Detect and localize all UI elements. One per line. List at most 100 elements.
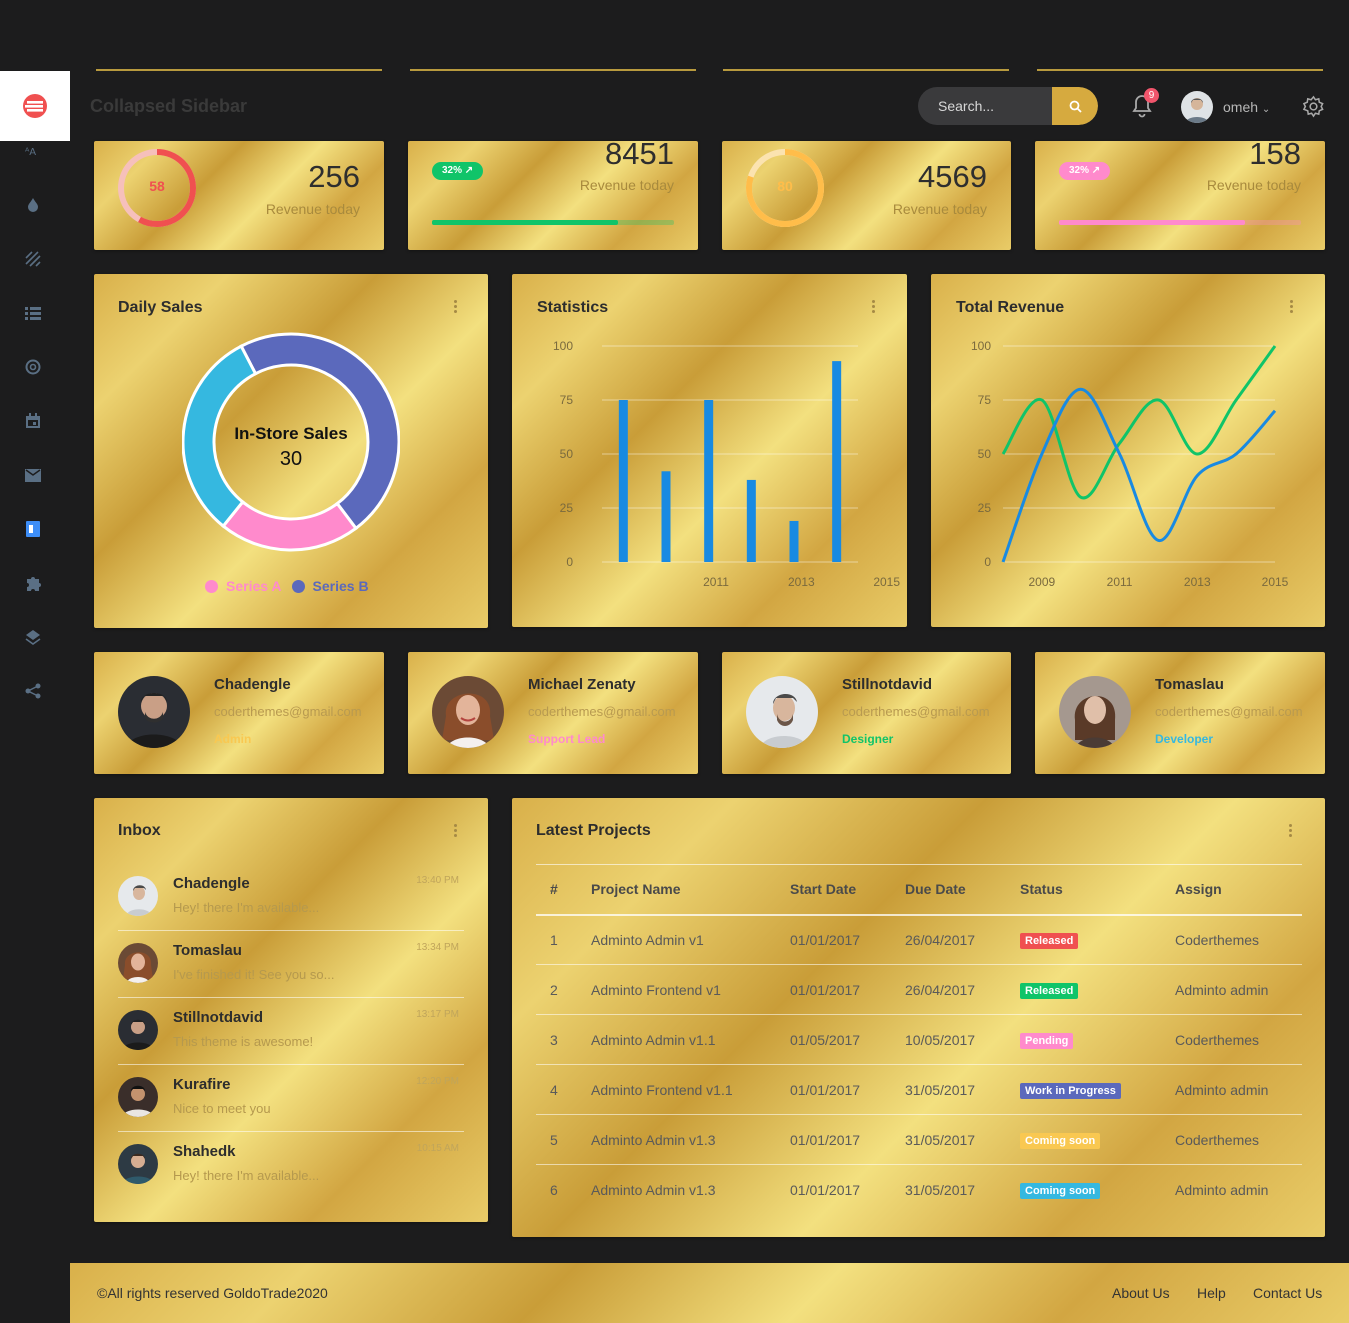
x-tick-label: 2013: [788, 575, 815, 589]
assignee-cell: Coderthemes: [1175, 914, 1302, 965]
y-tick-label: 100: [971, 339, 991, 353]
status-badge: Coming soon: [1020, 1132, 1101, 1149]
svg-text:ᴬA: ᴬA: [25, 147, 36, 158]
table-row[interactable]: 3 Adminto Admin v1.1 01/05/2017 10/05/2017 P…: [536, 1014, 1302, 1065]
due-date-cell: 26/04/2017: [905, 914, 1020, 965]
footer: ©All rights reserved GoldoTrade2020 Abou…: [70, 1263, 1349, 1323]
divider: [1037, 69, 1323, 71]
sender-name: Kurafire: [173, 1076, 231, 1093]
project-name-cell: Adminto Frontend v1: [591, 964, 790, 1015]
footer-link-contact[interactable]: Contact Us: [1253, 1285, 1322, 1301]
user-card[interactable]: Chadengle coderthemes@gmail.com Admin: [94, 652, 384, 774]
divider: [96, 69, 382, 71]
ring-value: 58: [149, 178, 165, 194]
stat-label: Revenue today: [579, 177, 674, 193]
row-number-cell: 6: [550, 1181, 558, 1198]
bar-chart: 0 25 50 75 100 2011 2013 2015: [553, 339, 900, 589]
stat-label: Revenue today: [892, 201, 987, 217]
y-tick-label: 0: [566, 555, 573, 569]
list-item[interactable]: Stillnotdavid This theme is awesome! 13:…: [118, 998, 464, 1065]
timestamp: 12:20 PM: [416, 1076, 459, 1087]
logo[interactable]: [0, 71, 70, 141]
y-tick-label: 50: [560, 447, 574, 461]
share-icon[interactable]: [24, 682, 42, 700]
y-tick-label: 0: [984, 555, 991, 569]
stat-value: 158: [1249, 136, 1301, 171]
search-input[interactable]: [918, 87, 1052, 125]
card-title: Daily Sales: [118, 299, 203, 316]
user-card[interactable]: Tomaslau coderthemes@gmail.com Developer: [1035, 652, 1325, 774]
row-number-cell: 3: [536, 1014, 591, 1065]
progress-fill: [432, 220, 619, 225]
lifebuoy-icon[interactable]: [24, 358, 42, 376]
project-name-cell: Adminto Admin v1.3: [591, 1114, 790, 1165]
file-icon[interactable]: [24, 520, 42, 538]
stat-label: Revenue today: [265, 201, 360, 217]
search-button[interactable]: [1052, 87, 1098, 125]
username[interactable]: omeh ⌄: [1223, 99, 1270, 115]
user-email: coderthemes@gmail.com: [842, 704, 990, 719]
table-row[interactable]: 5 Adminto Admin v1.3 01/01/2017 31/05/2017 C…: [536, 1114, 1302, 1165]
badge-label: 32%: [1069, 165, 1090, 176]
status-badge: Coming soon: [1020, 1182, 1101, 1199]
start-date-cell: 01/01/2017: [790, 964, 905, 1015]
calendar-icon[interactable]: [24, 412, 42, 430]
table-row[interactable]: 6 Adminto Admin v1.3 01/01/2017 31/05/2017 C…: [536, 1165, 1302, 1215]
line-chart: 0 25 50 75 100 2009 2011 2013 2015: [971, 339, 1289, 589]
start-date-cell: 01/01/2017: [790, 1064, 905, 1115]
list-item[interactable]: Chadengle Hey! there I'm available... 13…: [118, 864, 464, 931]
user-role: Designer: [842, 732, 894, 746]
texture-icon[interactable]: [24, 250, 42, 268]
sender-name: Shahedk: [173, 1143, 236, 1160]
statistics-card: Statistics 0 25 50 75 100 2011 2013 2015: [512, 274, 907, 627]
card-title: Latest Projects: [536, 822, 651, 839]
timestamp: 13:17 PM: [416, 1009, 459, 1020]
divider: [410, 69, 696, 71]
bar: [618, 400, 628, 562]
bar: [746, 479, 756, 562]
list-icon[interactable]: [24, 304, 42, 322]
x-tick-label: 2009: [1029, 575, 1056, 589]
more-icon[interactable]: [454, 300, 458, 314]
footer-link-help[interactable]: Help: [1197, 1285, 1226, 1301]
settings-button[interactable]: [1302, 95, 1325, 123]
y-tick-label: 100: [553, 339, 573, 353]
stat-label: Revenue today: [1206, 177, 1301, 193]
stat-value: 256: [308, 159, 360, 194]
table-row[interactable]: 2 Adminto Frontend v1 01/01/2017 26/04/2017…: [536, 964, 1302, 1015]
daily-sales-card: Daily Sales In-Store Sales 30 Series A S…: [94, 274, 488, 628]
progress-bar: [1059, 220, 1301, 225]
table-row[interactable]: 4 Adminto Frontend v1.1 01/01/2017 31/05/20…: [536, 1064, 1302, 1115]
more-icon[interactable]: [454, 824, 458, 838]
list-item[interactable]: Kurafire Nice to meet you 12:20 PM: [118, 1065, 464, 1132]
user-card[interactable]: Stillnotdavid coderthemes@gmail.com Desi…: [722, 652, 1011, 774]
row-number-cell: 2: [536, 964, 591, 1015]
avatar[interactable]: [1181, 91, 1213, 123]
status-badge: 32% ↗: [1059, 162, 1111, 180]
status-cell: Released: [1020, 914, 1175, 965]
text-format-icon[interactable]: ᴬA: [24, 143, 42, 161]
list-item[interactable]: Tomaslau I've finished it! See you so...…: [118, 931, 464, 998]
footer-link-about[interactable]: About Us: [1112, 1285, 1170, 1301]
table-row[interactable]: 1 Adminto Admin v1 01/01/2017 26/04/2017 Rel…: [536, 914, 1302, 965]
mail-icon[interactable]: [24, 466, 42, 484]
more-icon[interactable]: [1289, 824, 1293, 838]
droplet-icon[interactable]: [24, 196, 42, 214]
user-card[interactable]: Michael Zenaty coderthemes@gmail.com Sup…: [408, 652, 698, 774]
list-item[interactable]: Shahedk Hey! there I'm available... 10:1…: [118, 1132, 464, 1199]
puzzle-icon[interactable]: [24, 574, 42, 592]
sender-name: Tomaslau: [173, 942, 242, 959]
card-title: Inbox: [118, 822, 161, 839]
status-badge: Pending: [1020, 1032, 1074, 1049]
divider: [723, 69, 1009, 71]
sidebar: ᴬA: [0, 0, 70, 1323]
sender-name: Stillnotdavid: [173, 1009, 263, 1026]
stat-card: 32% ↗ 8451 Revenue today: [408, 136, 698, 250]
user-name: Michael Zenaty: [528, 676, 636, 693]
layers-icon[interactable]: [24, 628, 42, 646]
x-tick-label: 2013: [1184, 575, 1211, 589]
assignee-cell: Adminto admin: [1175, 1181, 1269, 1198]
column-header: Start Date: [790, 864, 905, 916]
y-tick-label: 50: [978, 447, 992, 461]
trending-up-icon: ↗: [1091, 165, 1101, 176]
